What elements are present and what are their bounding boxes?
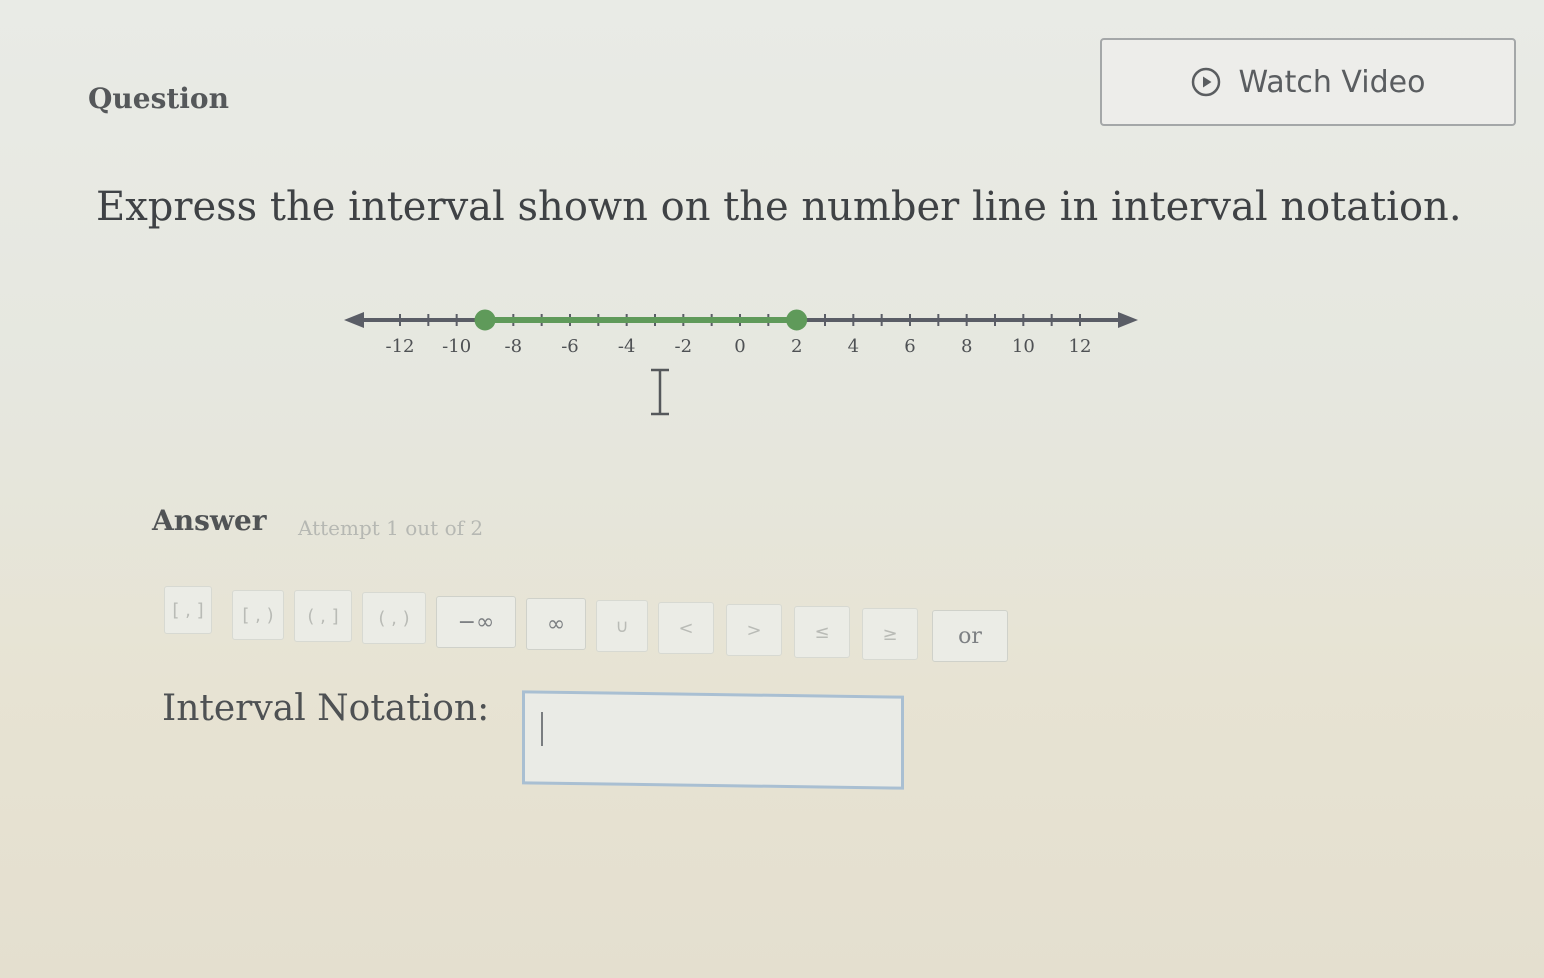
union-button[interactable]: ∪ <box>596 600 648 652</box>
greater-than-button[interactable]: > <box>726 604 782 656</box>
number-line: -12 -10 -8 -6 -4 -2 0 2 4 6 8 10 12 <box>344 309 1138 357</box>
play-circle-icon <box>1191 67 1220 97</box>
left-arrow-icon <box>344 312 364 328</box>
tick-label: 4 <box>848 336 859 357</box>
attempt-counter: Attempt 1 out of 2 <box>298 516 484 540</box>
tick-label: 0 <box>734 336 745 357</box>
tick-label: -10 <box>442 336 471 357</box>
interval-endpoint <box>786 309 808 331</box>
watch-video-label: Watch Video <box>1238 64 1426 100</box>
tick-label: -8 <box>505 336 523 357</box>
text-caret <box>541 712 543 746</box>
open-open-bracket-button[interactable]: ( , ) <box>362 592 426 644</box>
tick-label: 6 <box>904 336 915 357</box>
tick-label: 12 <box>1069 336 1092 357</box>
less-than-or-equal-button[interactable]: ≤ <box>794 606 850 658</box>
tick-label: -12 <box>386 336 415 357</box>
tick-label: 2 <box>791 336 802 357</box>
interval-notation-label: Interval Notation: <box>162 688 490 729</box>
tick-label: -6 <box>561 336 579 357</box>
tick-label: 10 <box>1012 336 1035 357</box>
tick-label: 8 <box>961 336 972 357</box>
infinity-button[interactable]: ∞ <box>526 598 586 650</box>
greater-than-or-equal-button[interactable]: ≥ <box>862 608 918 660</box>
answer-label: Answer <box>152 504 267 537</box>
less-than-button[interactable]: < <box>658 602 714 654</box>
interval-notation-input[interactable] <box>522 690 904 790</box>
text-cursor-icon <box>651 368 669 416</box>
question-label: Question <box>88 82 229 115</box>
symbol-toolbar: [ , ] [ , ) ( , ] ( , ) −∞ ∞ ∪ < > ≤ ≥ o… <box>164 586 1014 668</box>
tick-label: -2 <box>675 336 693 357</box>
or-button[interactable]: or <box>932 610 1008 662</box>
negative-infinity-button[interactable]: −∞ <box>436 596 516 648</box>
right-arrow-icon <box>1118 312 1138 328</box>
closed-closed-bracket-button[interactable]: [ , ] <box>164 586 212 634</box>
tick-label: -4 <box>618 336 636 357</box>
question-prompt: Express the interval shown on the number… <box>96 184 1462 230</box>
watch-video-button[interactable]: Watch Video <box>1100 38 1516 126</box>
open-closed-bracket-button[interactable]: ( , ] <box>294 590 352 642</box>
closed-open-bracket-button[interactable]: [ , ) <box>232 590 284 640</box>
interval-endpoint <box>474 309 496 331</box>
